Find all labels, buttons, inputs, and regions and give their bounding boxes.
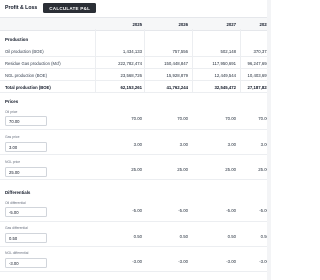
table-cell: 3.00: [133, 142, 142, 147]
column-header-row: 2025 2026 2027 2028: [0, 17, 271, 31]
table-cell: 10,403,697: [247, 72, 269, 78]
table-row: NGL price 25.00 25.00 25.00 25.00: [0, 155, 271, 180]
calculate-pnl-button[interactable]: CALCULATE P&L: [43, 3, 97, 13]
row-label: Oil differential: [5, 201, 26, 205]
table-cell: -5.00: [259, 208, 269, 213]
row-label: Gas price: [5, 135, 20, 139]
ngl-price-input[interactable]: [5, 167, 47, 177]
row-label: Gas differential: [5, 226, 28, 230]
row-label: Residue Gas production (Mcf): [5, 60, 61, 66]
table-cell: 25.00: [177, 167, 188, 172]
table-cell: -5.00: [132, 208, 142, 213]
row-label: NGL production (BOE): [5, 72, 47, 78]
table-cell: 370,373: [253, 48, 269, 54]
table-cell: 27,187,828: [247, 84, 269, 90]
differentials-section-title: Differentials: [5, 190, 31, 195]
vertical-scrollbar[interactable]: [267, 0, 271, 280]
table-row: Oil differential -5.00 -5.00 -5.00 -5.00: [0, 197, 271, 222]
row-label: Total production (BOE): [5, 84, 51, 90]
table-row: Gas price 3.00 3.00 3.00 3.00: [0, 130, 271, 155]
total-row: Total production (BOE) 62,153,261 41,762…: [0, 81, 271, 93]
ngl-differential-input[interactable]: [5, 258, 47, 268]
column-divider: [192, 29, 193, 93]
table-cell: -3.00: [259, 259, 269, 264]
table-cell: 70.00: [177, 116, 188, 121]
table-cell: 70.00: [258, 116, 269, 121]
row-label: Oil price: [5, 110, 18, 114]
table-row: Oil production (BOE) 1,434,133 757,556 5…: [0, 45, 271, 57]
gas-price-input[interactable]: [5, 142, 47, 152]
prices-section-title: Prices: [5, 99, 19, 104]
row-label: NGL differential: [5, 251, 29, 255]
table-row: Gas differential 0.50 0.50 0.50 0.50: [0, 222, 271, 247]
column-header-2028: 2028: [259, 21, 269, 27]
table-row: NGL differential -3.00 -3.00 -3.00 -3.00: [0, 247, 271, 272]
gas-differential-input[interactable]: [5, 233, 47, 243]
table-cell: -5.00: [178, 208, 188, 213]
table-cell: 25.00: [258, 167, 269, 172]
column-divider: [144, 29, 145, 93]
table-cell: -3.00: [132, 259, 142, 264]
column-header-2025: 2025: [132, 21, 142, 27]
table-cell: 62,153,261: [120, 84, 142, 90]
table-cell: 23,568,726: [120, 72, 142, 78]
table-cell: 41,762,244: [166, 84, 188, 90]
row-label: Oil production (BOE): [5, 48, 44, 54]
table-cell: 0.50: [179, 234, 188, 239]
table-row: Oil price 70.00 70.00 70.00 70.00: [0, 106, 271, 130]
table-cell: 222,782,474: [118, 60, 142, 66]
page-title: Profit & Loss: [5, 5, 38, 11]
table-cell: 70.00: [131, 116, 142, 121]
row-label: NGL price: [5, 160, 21, 164]
table-cell: 0.50: [260, 234, 269, 239]
table-cell: 25.00: [131, 167, 142, 172]
oil-price-input[interactable]: [5, 116, 47, 126]
column-divider: [95, 29, 96, 93]
table-row: NGL production (BOE) 23,568,726 15,928,8…: [0, 69, 271, 81]
production-section-title: Production: [5, 37, 29, 42]
table-cell: 3.00: [179, 142, 188, 147]
table-cell: -3.00: [178, 259, 188, 264]
column-divider: [240, 29, 241, 93]
column-header-2026: 2026: [178, 21, 188, 27]
table-cell: 3.00: [260, 142, 269, 147]
table-cell: 0.50: [133, 234, 142, 239]
table-cell: 150,448,847: [164, 60, 188, 66]
table-cell: 96,247,694: [247, 60, 269, 66]
top-bar: Profit & Loss CALCULATE P&L: [0, 0, 271, 16]
table-cell: 757,556: [172, 48, 188, 54]
table-cell: 15,928,879: [166, 72, 188, 78]
oil-differential-input[interactable]: [5, 207, 47, 217]
table-row: Residue Gas production (Mcf) 222,782,474…: [0, 57, 271, 69]
table-cell: 1,434,133: [122, 48, 142, 54]
